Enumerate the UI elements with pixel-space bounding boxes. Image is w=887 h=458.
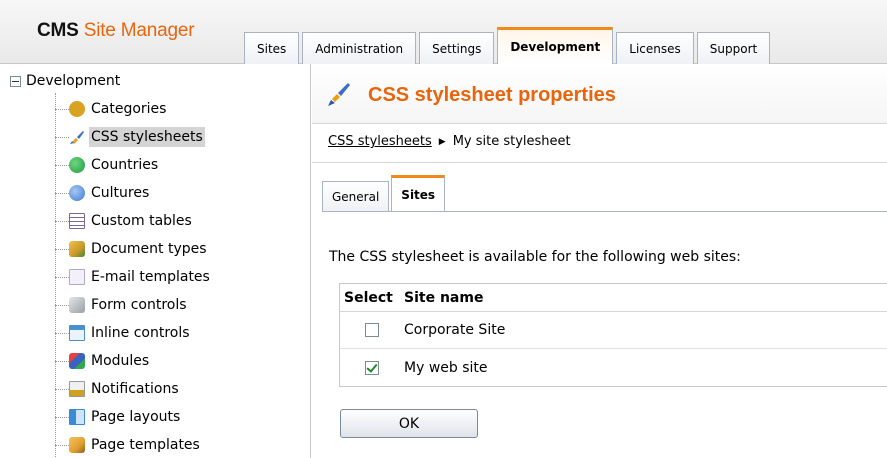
form-controls-icon [69, 297, 85, 313]
brush-icon [326, 81, 352, 107]
tab-licenses[interactable]: Licenses [616, 32, 694, 64]
tab-administration[interactable]: Administration [302, 32, 417, 64]
table-row: Corporate Site [340, 312, 887, 349]
tab-sites-sub[interactable]: Sites [391, 175, 446, 212]
divider [312, 162, 887, 163]
tab-support[interactable]: Support [696, 32, 771, 64]
tree-item-label: Notifications [91, 381, 179, 397]
tree-item-categories[interactable]: Categories [55, 97, 168, 121]
title-bar: CSS stylesheet properties [312, 64, 887, 124]
culture-globe-icon [69, 185, 85, 201]
tab-development[interactable]: Development [497, 27, 614, 64]
document-types-icon [69, 241, 85, 257]
main-panel: CSS stylesheet properties CSS stylesheet… [312, 64, 887, 458]
tree-item-label: CSS stylesheets [89, 127, 205, 147]
tree-item-label: Inline controls [91, 325, 190, 341]
site-name-cell: My web site [404, 359, 488, 376]
tree-item-document-types[interactable]: Document types [55, 237, 209, 261]
brush-icon [69, 129, 85, 145]
page-layouts-icon [69, 409, 85, 425]
categories-icon [69, 101, 85, 117]
tree-item-css-stylesheets[interactable]: CSS stylesheets [55, 125, 205, 149]
tab-settings[interactable]: Settings [419, 32, 495, 64]
modules-icon [69, 353, 85, 369]
collapse-icon[interactable] [10, 75, 21, 87]
logo-brand: CMS [37, 20, 79, 41]
tree-item-page-layouts[interactable]: Page layouts [55, 405, 182, 429]
tree-item-label: Form controls [91, 297, 187, 313]
tree-item-cultures[interactable]: Cultures [55, 181, 151, 205]
column-header-select: Select [344, 289, 393, 306]
tree-item-modules[interactable]: Modules [55, 349, 151, 373]
tree-item-label: Countries [91, 157, 159, 173]
breadcrumb-current: My site stylesheet [452, 134, 571, 149]
breadcrumb-arrow-icon: ▶ [438, 136, 446, 147]
tree-item-countries[interactable]: Countries [55, 153, 160, 177]
tab-general[interactable]: General [322, 181, 390, 212]
app-logo: CMS Site Manager [37, 20, 195, 42]
select-checkbox[interactable] [365, 323, 379, 337]
page-title: CSS stylesheet properties [368, 84, 616, 106]
tree-item-notifications[interactable]: Notifications [55, 377, 181, 401]
envelope-icon [69, 269, 85, 285]
page-templates-icon [69, 437, 85, 453]
tree-item-inline-controls[interactable]: Inline controls [55, 321, 192, 345]
tree-item-custom-tables[interactable]: Custom tables [55, 209, 194, 233]
tree-item-page-templates[interactable]: Page templates [55, 433, 202, 457]
header: CMS Site Manager Sites Administration Se… [0, 0, 887, 64]
tree-item-label: Page layouts [91, 409, 181, 425]
breadcrumb-link[interactable]: CSS stylesheets [328, 134, 432, 149]
tree-item-email-templates[interactable]: E-mail templates [55, 265, 212, 289]
tab-sites[interactable]: Sites [244, 32, 300, 64]
divider [322, 211, 887, 212]
description-text: The CSS stylesheet is available for the … [329, 249, 741, 265]
table-row: My web site [340, 349, 887, 386]
site-name-cell: Corporate Site [404, 322, 506, 338]
tree-root[interactable]: Development [10, 73, 120, 89]
tree-item-label: Custom tables [91, 213, 192, 229]
tree-item-label: Cultures [91, 185, 150, 201]
tree-root-label: Development [26, 73, 121, 89]
tree-item-label: Document types [91, 241, 207, 257]
ok-button[interactable]: OK [340, 409, 478, 438]
tree-item-label: Modules [91, 353, 150, 369]
tree-item-label: Page templates [91, 437, 200, 453]
column-header-site-name: Site name [404, 289, 484, 306]
tree-item-form-controls[interactable]: Form controls [55, 293, 189, 317]
sites-grid: Select Site name Corporate Site My web s… [339, 283, 887, 387]
main-tabs: Sites Administration Settings Developmen… [244, 27, 773, 64]
sub-tabs: General Sites [322, 175, 447, 212]
tree-item-label: Categories [91, 101, 167, 117]
globe-icon [69, 157, 85, 173]
inline-controls-icon [69, 325, 85, 341]
navigation-tree: Development Categories CSS stylesheets C… [0, 64, 311, 458]
grid-header: Select Site name [340, 284, 887, 312]
select-checkbox[interactable] [365, 360, 379, 375]
tree-item-label: E-mail templates [91, 269, 210, 285]
breadcrumb: CSS stylesheets ▶ My site stylesheet [328, 134, 571, 149]
notifications-icon [69, 381, 85, 397]
logo-product: Site Manager [83, 20, 195, 41]
table-icon [69, 213, 85, 229]
